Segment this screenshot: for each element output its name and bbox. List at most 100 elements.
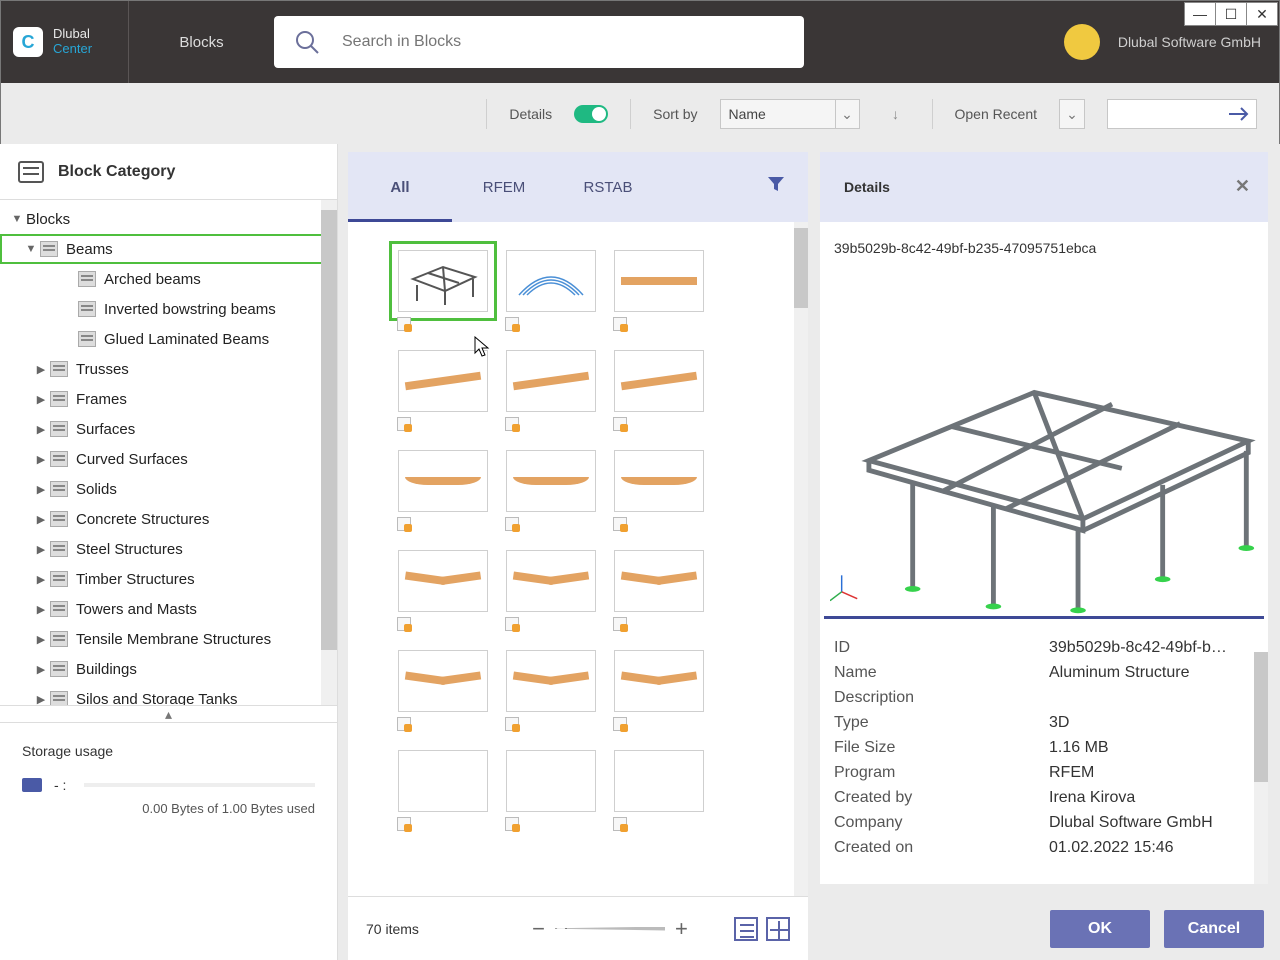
view-grid[interactable]	[766, 917, 790, 941]
tree-item[interactable]: ▶Concrete Structures	[0, 504, 337, 534]
details-title: Details	[844, 179, 890, 195]
gallery-card[interactable]	[506, 350, 596, 412]
gallery-card[interactable]	[614, 550, 704, 612]
sortby-label: Sort by	[653, 106, 697, 122]
program-badge-icon	[505, 517, 519, 531]
details-preview	[820, 256, 1268, 616]
zoom-slider[interactable]	[555, 927, 665, 931]
tree-item[interactable]: Inverted bowstring beams	[0, 294, 337, 324]
ok-button[interactable]: OK	[1050, 910, 1150, 948]
tree-item[interactable]: ▼Beams	[0, 234, 337, 264]
gallery-card[interactable]	[614, 650, 704, 712]
program-badge-icon	[397, 717, 411, 731]
sort-value: Name	[729, 106, 766, 122]
gallery-tabs: AllRFEMRSTAB	[348, 152, 808, 222]
gallery-card[interactable]	[614, 250, 704, 312]
search-icon	[294, 29, 320, 55]
gallery-card[interactable]	[506, 750, 596, 812]
program-badge-icon	[505, 617, 519, 631]
tree-item[interactable]: ▶Curved Surfaces	[0, 444, 337, 474]
gallery-card[interactable]	[506, 550, 596, 612]
view-list[interactable]	[734, 917, 758, 941]
detail-row: Created on01.02.2022 15:46	[834, 835, 1254, 860]
tree-item[interactable]: ▶Solids	[0, 474, 337, 504]
zoom-in[interactable]: +	[675, 916, 688, 942]
tab-rfem[interactable]: RFEM	[452, 179, 556, 196]
search-input[interactable]	[342, 33, 784, 51]
details-toggle[interactable]	[574, 105, 608, 123]
avatar	[1064, 24, 1100, 60]
gallery-scrollbar[interactable]	[794, 222, 808, 896]
window-maximize[interactable]: ☐	[1215, 2, 1247, 26]
storage-line: 0.00 Bytes of 1.00 Bytes used	[22, 801, 315, 816]
tree-item[interactable]: ▶Frames	[0, 384, 337, 414]
tree-item[interactable]: ▶Buildings	[0, 654, 337, 684]
detail-row: Type3D	[834, 710, 1254, 735]
tree-item[interactable]: Arched beams	[0, 264, 337, 294]
program-badge-icon	[613, 817, 627, 831]
category-title: Block Category	[58, 163, 175, 181]
search-box[interactable]	[274, 16, 804, 68]
detail-row: ProgramRFEM	[834, 760, 1254, 785]
gallery-card[interactable]	[398, 550, 488, 612]
sidebar-scrollbar[interactable]	[321, 200, 337, 705]
gallery-card[interactable]	[398, 450, 488, 512]
program-badge-icon	[613, 717, 627, 731]
detail-row: CompanyDlubal Software GmbH	[834, 810, 1254, 835]
brand-sub: Center	[53, 42, 92, 57]
tab-rstab[interactable]: RSTAB	[556, 179, 660, 196]
tree-item[interactable]: ▶Timber Structures	[0, 564, 337, 594]
tree-item[interactable]: ▶Towers and Masts	[0, 594, 337, 624]
tree-item[interactable]: ▶Silos and Storage Tanks	[0, 684, 337, 705]
gallery-card[interactable]	[398, 250, 488, 312]
tree-item[interactable]: Glued Laminated Beams	[0, 324, 337, 354]
detail-row: NameAluminum Structure	[834, 660, 1254, 685]
zoom-out[interactable]: −	[532, 916, 545, 942]
sort-direction[interactable]: ↓	[882, 99, 910, 129]
program-badge-icon	[397, 817, 411, 831]
filter-icon[interactable]	[766, 174, 786, 197]
tab-all[interactable]: All	[348, 179, 452, 196]
gallery-card[interactable]	[398, 350, 488, 412]
brand: Dlubal	[53, 27, 92, 42]
open-recent-dropdown[interactable]: ⌄	[1059, 99, 1085, 129]
details-header: Details ✕	[820, 152, 1268, 222]
gallery-card[interactable]	[506, 650, 596, 712]
detail-row: ID39b5029b-8c42-49bf-b…	[834, 635, 1254, 660]
detail-row: Description	[834, 685, 1254, 710]
tree-item[interactable]: ▶Surfaces	[0, 414, 337, 444]
tree-item[interactable]: ▶Tensile Membrane Structures	[0, 624, 337, 654]
details-scrollbar[interactable]	[1254, 652, 1268, 884]
window-close[interactable]: ✕	[1246, 2, 1278, 26]
storage-title: Storage usage	[22, 743, 315, 759]
sort-combo[interactable]: Name ⌄	[720, 99, 860, 129]
tree-item[interactable]: ▼Blocks	[0, 204, 337, 234]
collapse-handle[interactable]: ▴	[0, 705, 337, 723]
tree-item[interactable]: ▶Trusses	[0, 354, 337, 384]
window-minimize[interactable]: —	[1184, 2, 1216, 26]
program-badge-icon	[613, 517, 627, 531]
arrow-right-icon	[1228, 107, 1250, 121]
program-badge-icon	[613, 617, 627, 631]
program-badge-icon	[505, 817, 519, 831]
gallery-card[interactable]	[506, 250, 596, 312]
gallery-card[interactable]	[614, 350, 704, 412]
details-label: Details	[509, 106, 552, 122]
disk-icon	[22, 778, 42, 792]
detail-row: File Size1.16 MB	[834, 735, 1254, 760]
logo-icon: C	[13, 27, 43, 57]
storage-dash: - :	[54, 777, 66, 793]
gallery-card[interactable]	[398, 650, 488, 712]
gallery-card[interactable]	[398, 750, 488, 812]
close-icon[interactable]: ✕	[1235, 176, 1250, 197]
open-recent-go[interactable]	[1107, 99, 1257, 129]
nav-blocks[interactable]: Blocks	[129, 1, 274, 83]
gallery-card[interactable]	[614, 450, 704, 512]
gallery-card[interactable]	[614, 750, 704, 812]
cancel-button[interactable]: Cancel	[1164, 910, 1264, 948]
tree-item[interactable]: ▶Steel Structures	[0, 534, 337, 564]
gallery-card[interactable]	[506, 450, 596, 512]
item-count: 70 items	[366, 921, 486, 937]
company-label: Dlubal Software GmbH	[1118, 34, 1261, 50]
program-badge-icon	[505, 717, 519, 731]
